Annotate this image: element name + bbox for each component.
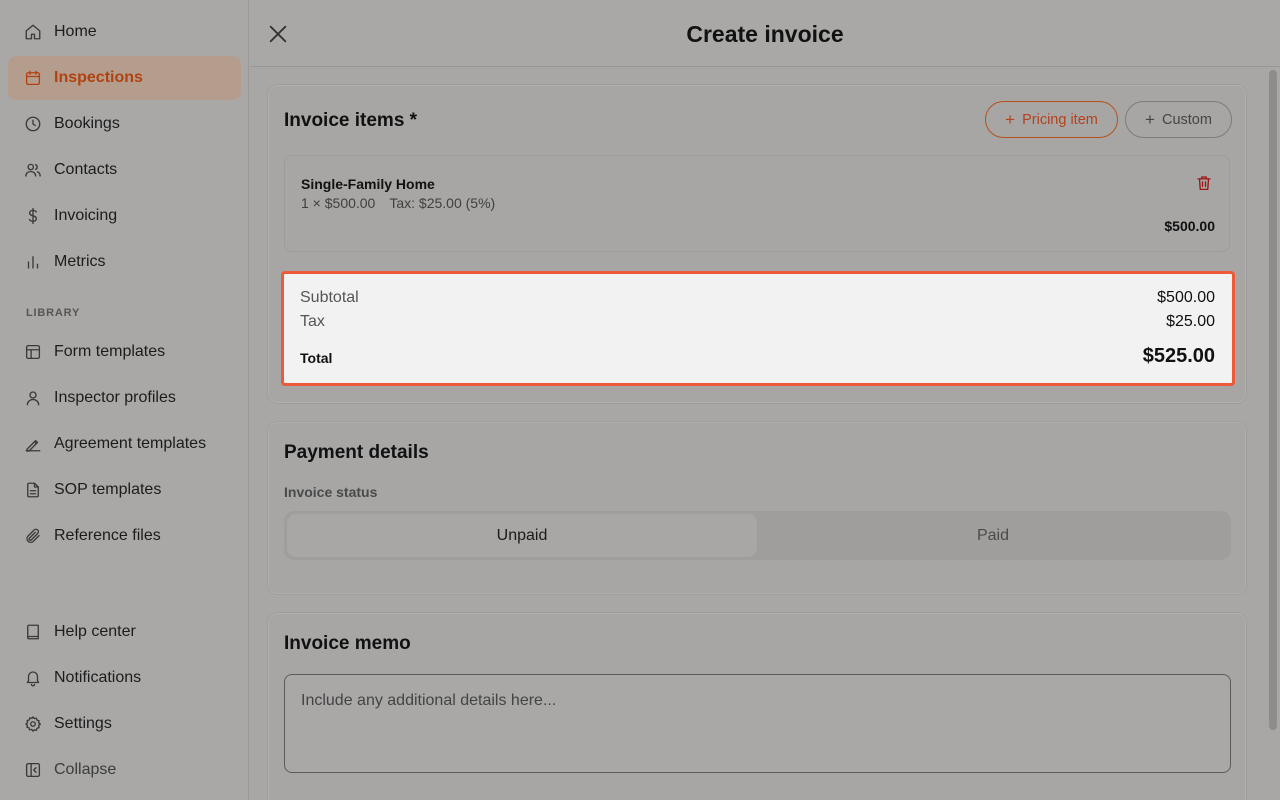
- bar-chart-icon: [24, 253, 42, 271]
- status-option-unpaid[interactable]: Unpaid: [287, 514, 757, 557]
- plus-icon: +: [1005, 110, 1016, 129]
- sidebar-item-label: Invoicing: [54, 207, 118, 224]
- add-pricing-item-button[interactable]: + Pricing item: [985, 101, 1118, 138]
- user-icon: [24, 389, 42, 407]
- sidebar-item-label: Contacts: [54, 161, 118, 178]
- page-title: Create invoice: [686, 21, 844, 47]
- sidebar: Home Inspections Bookings Contacts Invoi…: [0, 0, 249, 800]
- bell-icon: [24, 669, 42, 687]
- sidebar-item-inspections[interactable]: Inspections: [8, 56, 241, 100]
- file-text-icon: [24, 481, 42, 499]
- sidebar-item-sop-templates[interactable]: SOP templates: [8, 468, 241, 512]
- sidebar-item-form-templates[interactable]: Form templates: [8, 330, 241, 374]
- status-option-paid[interactable]: Paid: [758, 514, 1228, 557]
- line-item-qty-price: 1 × $500.00: [301, 195, 376, 211]
- line-item-tax: Tax: $25.00 (5%): [389, 195, 496, 211]
- sidebar-item-label: Help center: [54, 623, 136, 640]
- line-item-name: Single-Family Home: [301, 176, 435, 192]
- sidebar-item-label: Form templates: [54, 343, 166, 360]
- paperclip-icon: [24, 527, 42, 545]
- sidebar-item-invoicing[interactable]: Invoicing: [8, 194, 241, 238]
- sidebar-item-help-center[interactable]: Help center: [8, 610, 241, 654]
- library-section-label: LIBRARY: [26, 307, 81, 319]
- sidebar-item-bookings[interactable]: Bookings: [8, 102, 241, 146]
- invoice-line-item[interactable]: Single-Family Home 1 × $500.00 Tax: $25.0…: [284, 155, 1230, 252]
- sidebar-item-metrics[interactable]: Metrics: [8, 240, 241, 284]
- sidebar-item-reference-files[interactable]: Reference files: [8, 514, 241, 558]
- sidebar-item-label: Notifications: [54, 669, 142, 686]
- sidebar-item-label: Bookings: [54, 115, 120, 132]
- payment-details-title: Payment details: [284, 442, 429, 463]
- sidebar-item-label: SOP templates: [54, 481, 162, 498]
- home-icon: [24, 23, 42, 41]
- gear-icon: [24, 715, 42, 733]
- invoice-status-toggle: Unpaid Paid: [284, 511, 1231, 560]
- sidebar-item-label: Home: [54, 23, 97, 40]
- sidebar-collapse-button[interactable]: Collapse: [8, 748, 241, 792]
- create-invoice-panel: Create invoice Invoice items * + Pricing…: [250, 0, 1280, 800]
- sidebar-item-label: Inspections: [54, 69, 143, 86]
- total-value: $525.00: [1142, 345, 1215, 367]
- clock-icon: [24, 115, 42, 133]
- add-custom-item-button[interactable]: + Custom: [1125, 101, 1232, 138]
- layout-icon: [24, 343, 42, 361]
- users-icon: [24, 161, 42, 179]
- scrollbar[interactable]: [1269, 70, 1277, 730]
- invoice-status-label: Invoice status: [284, 484, 378, 500]
- sidebar-item-label: Metrics: [54, 253, 106, 270]
- subtotal-label: Subtotal: [300, 289, 359, 306]
- sidebar-item-label: Settings: [54, 715, 112, 732]
- invoice-memo-input[interactable]: [284, 674, 1231, 773]
- sidebar-item-label: Inspector profiles: [54, 389, 176, 406]
- sidebar-item-home[interactable]: Home: [8, 10, 241, 54]
- plus-icon: +: [1145, 110, 1155, 129]
- tax-value: $25.00: [1166, 313, 1215, 330]
- custom-item-label: Custom: [1161, 111, 1212, 128]
- line-item-meta: 1 × $500.00 Tax: $25.00 (5%): [301, 195, 495, 211]
- sidebar-item-agreement-templates[interactable]: Agreement templates: [8, 422, 241, 466]
- line-item-amount: $500.00: [1164, 218, 1215, 234]
- sidebar-item-contacts[interactable]: Contacts: [8, 148, 241, 192]
- dollar-icon: [24, 207, 42, 225]
- subtotal-value: $500.00: [1157, 289, 1215, 306]
- invoice-totals: Subtotal $500.00 Tax $25.00 Total $525.0…: [281, 271, 1235, 386]
- invoice-memo-title: Invoice memo: [284, 633, 411, 654]
- delete-line-item-button[interactable]: [1195, 174, 1213, 192]
- book-icon: [24, 623, 42, 641]
- total-label: Total: [300, 350, 333, 366]
- invoice-items-title: Invoice items *: [284, 110, 418, 131]
- sidebar-item-settings[interactable]: Settings: [8, 702, 241, 746]
- sidebar-item-label: Reference files: [54, 527, 161, 544]
- pricing-item-label: Pricing item: [1022, 111, 1098, 128]
- sidebar-item-label: Collapse: [54, 761, 117, 778]
- sidebar-item-label: Agreement templates: [54, 435, 207, 452]
- calendar-icon: [24, 69, 42, 87]
- tax-label: Tax: [300, 313, 325, 330]
- sidebar-item-inspector-profiles[interactable]: Inspector profiles: [8, 376, 241, 420]
- signature-icon: [24, 435, 42, 453]
- trash-icon: [1197, 176, 1211, 191]
- sidebar-item-notifications[interactable]: Notifications: [8, 656, 241, 700]
- panel-header: Create invoice: [250, 0, 1280, 67]
- sidebar-collapse-icon: [24, 761, 42, 779]
